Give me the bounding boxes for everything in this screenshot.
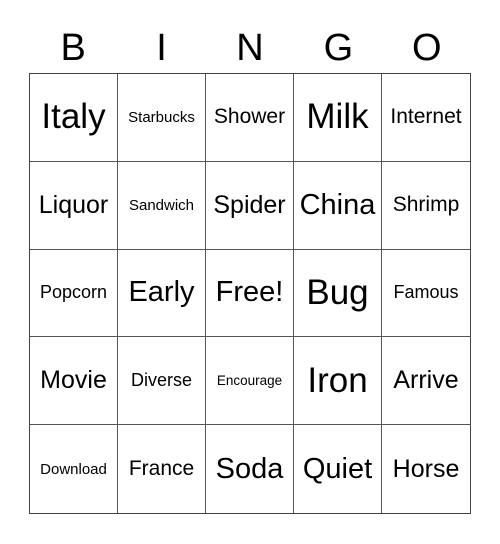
bingo-cell[interactable]: Bug	[294, 249, 382, 338]
bingo-cell[interactable]: Quiet	[294, 425, 382, 513]
bingo-cell[interactable]: Popcorn	[30, 249, 118, 338]
bingo-cell[interactable]: Italy	[30, 74, 118, 162]
bingo-cell[interactable]: Early	[118, 249, 206, 338]
header-letter-g: G	[323, 27, 354, 69]
bingo-cell[interactable]: Starbucks	[118, 74, 206, 162]
bingo-board: Italy Starbucks Shower Milk Internet Liq…	[29, 73, 471, 514]
bingo-cell[interactable]: Encourage	[206, 337, 294, 426]
header-letter-n: N	[236, 27, 264, 69]
bingo-cell[interactable]: Spider	[206, 161, 294, 250]
bingo-cell[interactable]: Download	[30, 425, 118, 513]
bingo-cell[interactable]: China	[294, 161, 382, 250]
bingo-cell[interactable]: Liquor	[30, 161, 118, 250]
bingo-cell[interactable]: Famous	[382, 250, 470, 338]
bingo-cell[interactable]: France	[118, 425, 206, 513]
bingo-cell[interactable]: Milk	[294, 74, 382, 162]
header-letter-b: B	[60, 27, 86, 69]
bingo-cell[interactable]: Horse	[382, 425, 470, 513]
bingo-cell[interactable]: Movie	[30, 337, 118, 426]
bingo-header: B I N G O	[29, 24, 471, 72]
bingo-cell[interactable]: Shrimp	[382, 162, 470, 250]
bingo-cell[interactable]: Shower	[206, 74, 294, 162]
bingo-cell[interactable]: Sandwich	[118, 161, 206, 250]
header-letter-o: O	[411, 27, 442, 69]
bingo-cell[interactable]: Arrive	[382, 337, 470, 426]
bingo-cell[interactable]: Soda	[206, 425, 294, 513]
bingo-cell[interactable]: Diverse	[118, 337, 206, 426]
bingo-cell[interactable]: Internet	[382, 74, 470, 162]
free-space[interactable]: Free!	[206, 249, 294, 338]
header-letter-i: I	[156, 27, 167, 69]
bingo-cell[interactable]: Iron	[294, 337, 382, 426]
